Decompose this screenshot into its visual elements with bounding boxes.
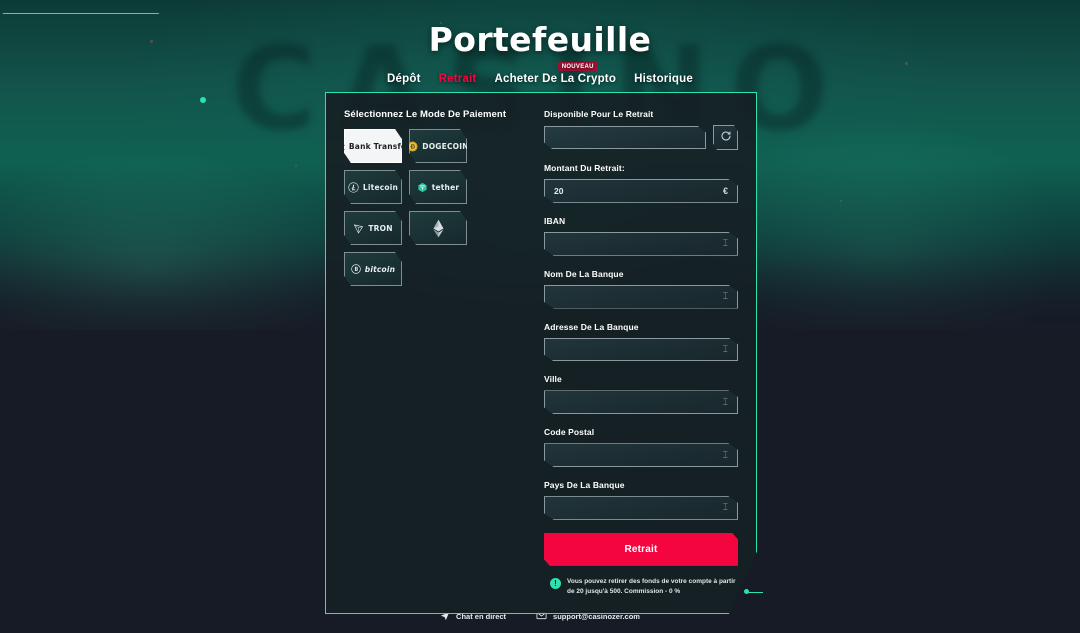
amount-input-wrap[interactable]: € — [544, 179, 738, 203]
bank-country-input[interactable] — [554, 502, 723, 513]
withdrawal-form: Disponible Pour Le Retrait Montant Du Re… — [544, 109, 738, 597]
info-icon: ! — [550, 577, 561, 589]
iban-input[interactable] — [554, 238, 723, 249]
available-input-wrap[interactable] — [544, 126, 706, 149]
nav-item-retrait[interactable]: Retrait — [439, 73, 477, 85]
tether-icon — [417, 182, 428, 193]
litecoin-icon — [348, 181, 359, 193]
city-input-wrap[interactable]: ⌶ — [544, 390, 738, 415]
bank-country-label: Pays De La Banque — [544, 480, 625, 491]
text-cursor-icon: ⌶ — [722, 238, 728, 249]
nav-item-label: Historique — [634, 73, 693, 85]
nav-item-label: Acheter De La Crypto — [494, 73, 617, 85]
payment-method-label: DOGECOIN — [422, 141, 469, 151]
submit-withdrawal-button[interactable]: Retrait — [544, 532, 738, 566]
postal-code-label: Code Postal — [544, 427, 595, 438]
available-label: Disponible Pour Le Retrait — [544, 109, 654, 119]
available-row — [544, 125, 738, 150]
nav-item-depot[interactable]: Dépôt — [387, 73, 421, 85]
postal-code-input-wrap[interactable]: ⌶ — [544, 443, 738, 468]
amount-label: Montant Du Retrait: — [544, 163, 625, 173]
text-cursor-icon: ⌶ — [722, 291, 728, 302]
payment-method-label: bitcoin — [364, 264, 396, 274]
info-notice: ! Vous pouvez retirer des fonds de votre… — [544, 577, 738, 597]
payment-method-column: Sélectionnez Le Mode De Paiement Bank Tr… — [344, 109, 530, 597]
refresh-icon — [720, 129, 732, 147]
text-cursor-icon: ⌶ — [722, 396, 728, 407]
payment-method-bank-transfer[interactable]: Bank Transfer — [344, 129, 402, 163]
text-cursor-icon: ⌶ — [722, 449, 728, 460]
panel-notch-dot — [200, 97, 206, 103]
payment-section-label: Sélectionnez Le Mode De Paiement — [344, 109, 507, 120]
nav-item-acheter-crypto[interactable]: Acheter De La Crypto NOUVEAU — [494, 62, 617, 85]
payment-method-tether[interactable]: tether — [409, 170, 467, 204]
refresh-balance-button[interactable] — [713, 125, 738, 150]
spark-particle — [295, 165, 297, 167]
available-input[interactable] — [554, 132, 696, 143]
bitcoin-icon — [351, 264, 361, 274]
currency-suffix: € — [722, 185, 728, 196]
nav-item-label: Retrait — [438, 73, 477, 85]
iban-input-wrap[interactable]: ⌶ — [544, 231, 738, 256]
dogecoin-icon — [409, 140, 418, 152]
postal-code-input[interactable] — [554, 450, 723, 461]
iban-label: IBAN — [544, 215, 566, 226]
bank-country-input-wrap[interactable]: ⌶ — [544, 496, 738, 520]
payment-method-label: tether — [431, 182, 460, 192]
page-header: Portefeuille Dépôt Retrait Acheter De La… — [0, 0, 1080, 85]
info-notice-text: Vous pouvez retirer des fonds de votre c… — [567, 577, 736, 595]
bank-name-label: Nom De La Banque — [544, 268, 624, 279]
payment-method-grid: Bank Transfer DOGECOIN Litecoin tether T… — [344, 129, 530, 286]
amount-input[interactable] — [554, 185, 723, 196]
text-cursor-icon: ⌶ — [722, 502, 728, 513]
main-nav: Dépôt Retrait Acheter De La Crypto NOUVE… — [0, 62, 1080, 85]
page-title: Portefeuille — [0, 20, 1080, 59]
page-title-text: Portefeuille — [428, 20, 652, 59]
tron-icon — [353, 223, 364, 234]
payment-method-label: Litecoin — [362, 182, 399, 192]
city-label: Ville — [544, 374, 562, 385]
text-cursor-icon: ⌶ — [722, 343, 728, 354]
payment-method-ethereum[interactable] — [409, 211, 467, 245]
bank-icon — [344, 142, 345, 151]
payment-method-label: Bank Transfer — [348, 141, 411, 151]
payment-method-tron[interactable]: TRON — [344, 211, 402, 245]
payment-method-label: TRON — [368, 223, 393, 233]
bank-address-input[interactable] — [554, 344, 723, 355]
ethereum-icon — [431, 219, 446, 238]
payment-method-bitcoin[interactable]: bitcoin — [344, 252, 402, 286]
panel-bottom-accent-dot — [744, 589, 749, 594]
bank-name-input-wrap[interactable]: ⌶ — [544, 284, 738, 309]
nav-item-historique[interactable]: Historique — [634, 73, 693, 85]
bank-address-label: Adresse De La Banque — [544, 321, 639, 332]
nav-item-label: Dépôt — [387, 73, 421, 85]
payment-method-dogecoin[interactable]: DOGECOIN — [409, 129, 467, 163]
bank-address-input-wrap[interactable]: ⌶ — [544, 337, 738, 362]
nav-badge-nouveau: NOUVEAU — [557, 62, 598, 71]
bank-name-input[interactable] — [554, 291, 723, 302]
spark-particle — [840, 200, 842, 202]
withdrawal-panel: Sélectionnez Le Mode De Paiement Bank Tr… — [325, 92, 757, 614]
payment-method-litecoin[interactable]: Litecoin — [344, 170, 402, 204]
city-input[interactable] — [554, 397, 723, 408]
